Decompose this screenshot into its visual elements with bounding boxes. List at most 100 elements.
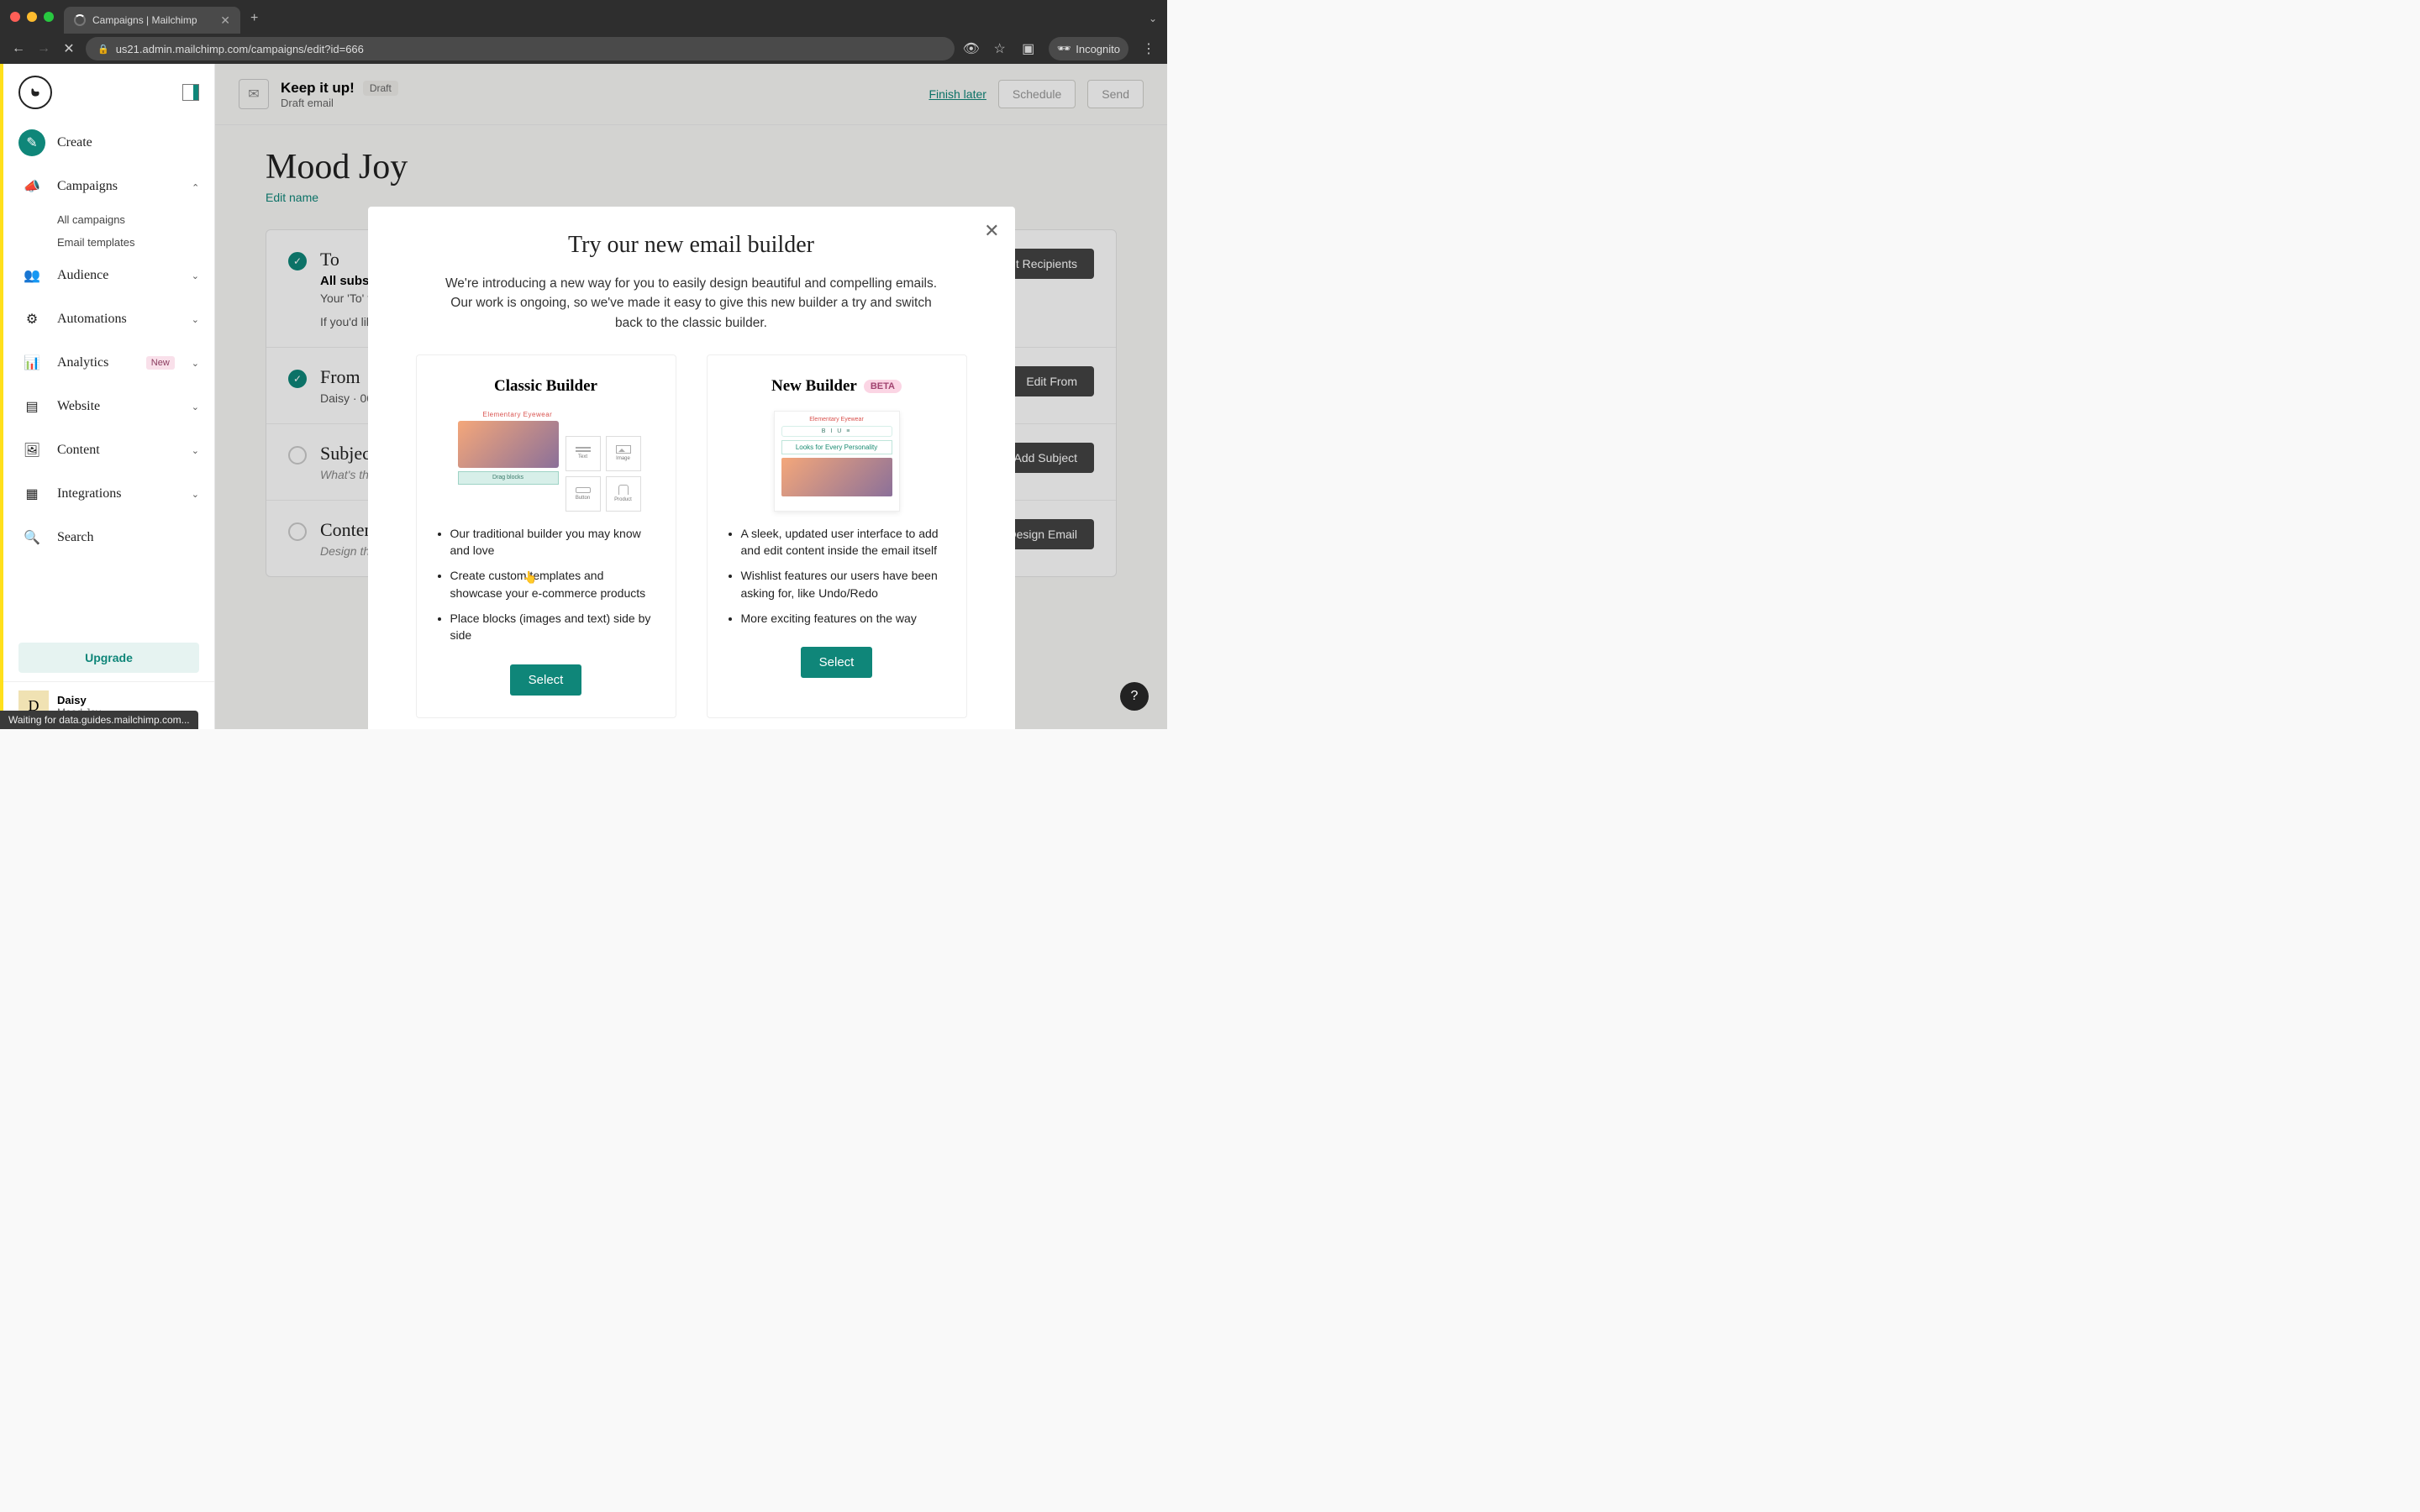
nav-back-icon[interactable]: ← xyxy=(10,40,27,57)
browser-toolbar: ← → ✕ 🔒 us21.admin.mailchimp.com/campaig… xyxy=(0,34,1167,64)
window-maximize[interactable] xyxy=(44,12,54,22)
window-controls xyxy=(10,12,54,22)
sidebar-item-audience[interactable]: 👥 Audience ⌄ xyxy=(3,254,214,297)
new-builder-preview: Elementary Eyewear B I U ≡ Looks for Eve… xyxy=(726,407,948,515)
nav-label: Audience xyxy=(57,268,108,283)
nav-label: Integrations xyxy=(57,486,121,501)
block-button: Button xyxy=(566,476,601,512)
preview-label: Elementary Eyewear xyxy=(780,417,894,423)
sidebar: ✎ Create 📣 Campaigns ⌄ All campaigns Ema… xyxy=(0,64,215,729)
incognito-icon: 🕶 xyxy=(1057,42,1071,55)
new-builder-title: New Builder xyxy=(771,377,857,396)
sidebar-sub-email-templates[interactable]: Email templates xyxy=(3,231,214,254)
preview-photo xyxy=(781,458,892,496)
preview-drag-area: Drag blocks xyxy=(458,471,559,485)
nav-label: Campaigns xyxy=(57,179,118,194)
browser-tab-strip: Campaigns | Mailchimp ✕ + ⌄ xyxy=(0,0,1167,34)
sidebar-item-create[interactable]: ✎ Create xyxy=(3,121,214,165)
window-close[interactable] xyxy=(10,12,20,22)
megaphone-icon: 📣 xyxy=(18,173,45,200)
nav-label: Automations xyxy=(57,312,127,327)
extensions-icon[interactable]: ▣ xyxy=(1020,40,1037,57)
chevron-up-icon: ⌄ xyxy=(192,181,199,192)
incognito-indicator: 🕶 Incognito xyxy=(1049,37,1128,60)
chevron-down-icon: ⌄ xyxy=(192,445,199,456)
nav-label: Create xyxy=(57,135,92,150)
browser-status-text: Waiting for data.guides.mailchimp.com... xyxy=(0,711,198,729)
feature-item: Wishlist features our users have been as… xyxy=(741,567,948,601)
classic-feature-list: Our traditional builder you may know and… xyxy=(435,525,657,653)
new-builder-card: New Builder BETA Elementary Eyewear B I … xyxy=(707,354,967,718)
preview-toolbar: B I U ≡ xyxy=(781,426,892,437)
sidebar-item-website[interactable]: ▤ Website ⌄ xyxy=(3,385,214,428)
upgrade-button[interactable]: Upgrade xyxy=(18,643,199,673)
lock-icon: 🔒 xyxy=(97,44,109,55)
sidebar-item-campaigns[interactable]: 📣 Campaigns ⌄ xyxy=(3,165,214,208)
sidebar-item-content[interactable]: 🖼 Content ⌄ xyxy=(3,428,214,472)
new-feature-list: A sleek, updated user interface to add a… xyxy=(726,525,948,635)
tab-close-icon[interactable]: ✕ xyxy=(220,13,230,28)
sidebar-item-integrations[interactable]: ▦ Integrations ⌄ xyxy=(3,472,214,516)
nav-label: Search xyxy=(57,530,94,545)
feature-item: Our traditional builder you may know and… xyxy=(450,525,657,559)
feature-item: Create custom templates and showcase you… xyxy=(450,567,657,601)
preview-label: Elementary Eyewear xyxy=(483,411,553,418)
new-tab-button[interactable]: + xyxy=(250,11,258,26)
chevron-down-icon: ⌄ xyxy=(192,402,199,412)
layout-icon: ▤ xyxy=(18,393,45,420)
nav-stop-icon[interactable]: ✕ xyxy=(60,40,77,57)
feature-item: Place blocks (images and text) side by s… xyxy=(450,610,657,644)
people-icon: 👥 xyxy=(18,262,45,289)
nav-forward-icon: → xyxy=(35,40,52,57)
nav-label: Content xyxy=(57,443,100,458)
block-product: Product xyxy=(606,476,641,512)
pencil-icon: ✎ xyxy=(18,129,45,156)
sidebar-collapse-icon[interactable] xyxy=(182,84,199,101)
grid-icon: ▦ xyxy=(18,480,45,507)
sidebar-item-automations[interactable]: ⚙ Automations ⌄ xyxy=(3,297,214,341)
bookmark-star-icon[interactable]: ☆ xyxy=(992,40,1008,57)
mouse-cursor: 👆 xyxy=(523,570,537,585)
address-bar[interactable]: 🔒 us21.admin.mailchimp.com/campaigns/edi… xyxy=(86,37,955,60)
preview-headline: Looks for Every Personality xyxy=(781,440,892,454)
nav-label: Analytics xyxy=(57,355,108,370)
tabs-dropdown-icon[interactable]: ⌄ xyxy=(1149,13,1157,24)
block-text: Text xyxy=(566,436,601,471)
kebab-menu-icon[interactable]: ⋮ xyxy=(1140,40,1157,57)
sidebar-item-search[interactable]: 🔍 Search xyxy=(3,516,214,559)
classic-builder-title: Classic Builder xyxy=(435,377,657,396)
select-classic-button[interactable]: Select xyxy=(510,664,582,696)
classic-builder-card: Classic Builder Elementary Eyewear Drag … xyxy=(416,354,676,718)
tab-loading-spinner xyxy=(74,14,86,26)
bar-chart-icon: 📊 xyxy=(18,349,45,376)
main-area: ✉ Keep it up! Draft Draft email Finish l… xyxy=(215,64,1167,729)
mailchimp-logo[interactable] xyxy=(18,76,52,109)
sidebar-sub-all-campaigns[interactable]: All campaigns xyxy=(3,208,214,231)
modal-description: We're introducing a new way for you to e… xyxy=(444,274,939,333)
chevron-down-icon: ⌄ xyxy=(192,314,199,325)
chevron-down-icon: ⌄ xyxy=(192,489,199,500)
feature-item: A sleek, updated user interface to add a… xyxy=(741,525,948,559)
window-minimize[interactable] xyxy=(27,12,37,22)
tab-title: Campaigns | Mailchimp xyxy=(92,14,197,26)
eye-off-icon[interactable]: 👁 xyxy=(963,40,980,57)
browser-tab[interactable]: Campaigns | Mailchimp ✕ xyxy=(64,7,240,34)
modal-title: Try our new email builder xyxy=(402,232,981,259)
flow-icon: ⚙ xyxy=(18,306,45,333)
select-new-button[interactable]: Select xyxy=(801,647,873,678)
beta-badge: BETA xyxy=(864,380,902,393)
email-builder-modal: ✕ Try our new email builder We're introd… xyxy=(368,207,1015,729)
help-fab[interactable]: ? xyxy=(1120,682,1149,711)
search-icon: 🔍 xyxy=(18,524,45,551)
preview-photo xyxy=(458,421,559,468)
modal-close-icon[interactable]: ✕ xyxy=(984,220,999,242)
chevron-down-icon: ⌄ xyxy=(192,270,199,281)
url-text: us21.admin.mailchimp.com/campaigns/edit?… xyxy=(116,43,364,55)
image-icon: 🖼 xyxy=(18,437,45,464)
classic-builder-preview: Elementary Eyewear Drag blocks Text Imag… xyxy=(435,407,657,515)
sidebar-item-analytics[interactable]: 📊 Analytics New ⌄ xyxy=(3,341,214,385)
new-badge: New xyxy=(146,356,175,370)
block-image: Image xyxy=(606,436,641,471)
chevron-down-icon: ⌄ xyxy=(192,358,199,369)
feature-item: More exciting features on the way xyxy=(741,610,948,627)
